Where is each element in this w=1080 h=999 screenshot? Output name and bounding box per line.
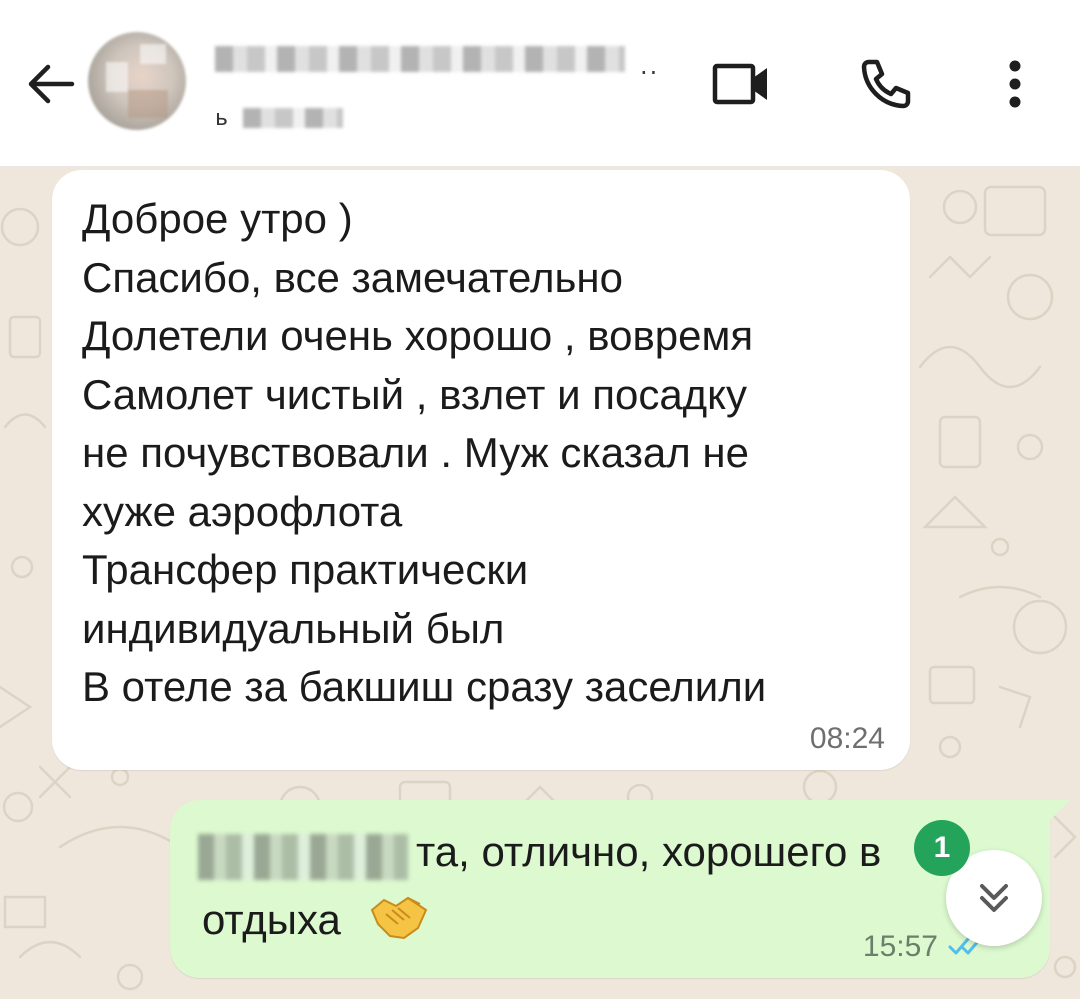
arrow-left-icon	[28, 64, 75, 104]
outgoing-message-time: 15:57	[862, 930, 938, 963]
contact-status: ь	[215, 106, 355, 132]
more-vertical-icon	[1009, 60, 1021, 108]
handshake-emoji-icon	[370, 896, 428, 940]
unread-count-badge: 1	[914, 820, 970, 876]
voice-call-button[interactable]	[850, 49, 920, 119]
incoming-message[interactable]: Доброе утро ) Спасибо, все замечательно …	[52, 170, 910, 770]
video-camera-icon	[712, 63, 767, 105]
title-ellipsis: ..	[640, 52, 660, 80]
redacted-name	[198, 834, 408, 880]
outgoing-message-line1: та, отлично, хорошего в	[416, 828, 882, 875]
contact-name[interactable]	[215, 40, 695, 84]
chat-header: .. ь	[0, 0, 1080, 167]
outgoing-message[interactable]: та, отлично, хорошего в отдыха 15:57	[170, 800, 1070, 978]
more-options-button[interactable]	[980, 49, 1050, 119]
back-button[interactable]	[22, 54, 82, 114]
contact-avatar[interactable]	[88, 32, 186, 130]
incoming-message-time: 08:24	[809, 722, 885, 755]
bubble-tail	[1046, 800, 1070, 824]
outgoing-message-line2: отдыха	[202, 896, 341, 943]
incoming-message-text: Доброе утро ) Спасибо, все замечательно …	[82, 195, 767, 710]
phone-icon	[861, 59, 911, 109]
double-chevron-down-icon	[980, 884, 1008, 912]
video-call-button[interactable]	[706, 49, 776, 119]
status-text: ь	[215, 106, 228, 131]
